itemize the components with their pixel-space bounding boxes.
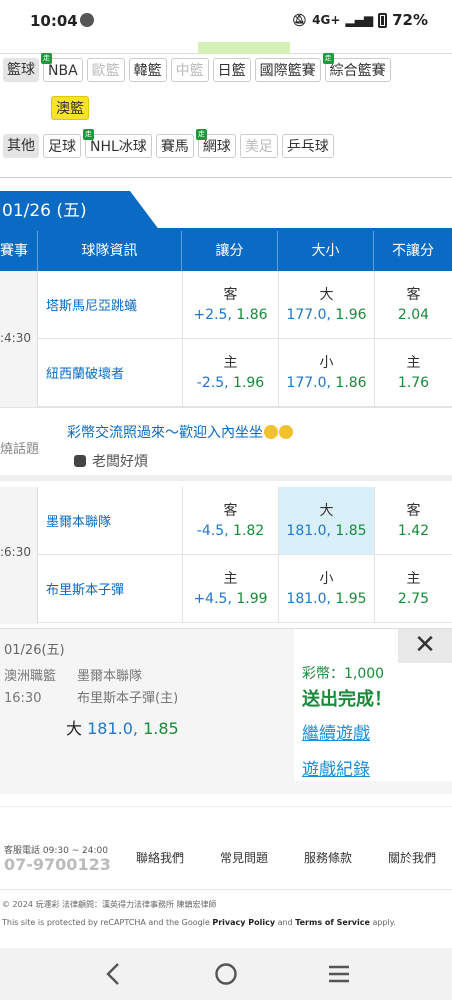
smile-emoji-icon [279,425,293,439]
footer-link-terms[interactable]: 服務條款 [304,849,352,866]
chip-japan-basketball[interactable]: 日籃 [212,58,251,82]
continue-game-link[interactable]: 繼續遊戲 [302,719,370,744]
chip-american-football[interactable]: 美足 [239,134,278,158]
category-label-other: 其他 [3,134,39,158]
moneyline-odds-cell[interactable]: 客 1.42 [374,487,452,555]
live-badge-icon: 走 [322,53,334,64]
smile-emoji-icon [264,425,278,439]
bet-summary: 01/26(五) 澳洲職籃 16:30 墨爾本聯隊 布里斯本子彈(主) 大 18… [0,629,294,781]
copyright: © 2024 玩運彩 法律顧問：漢英得力法律事務所 陳鎮宏律師 [2,900,217,909]
team-name[interactable]: 布里斯本子彈 [38,555,182,623]
bet-pick: 大 181.0, 1.85 [66,719,179,738]
spread-odds-cell[interactable]: 主 +4.5, 1.99 [182,555,278,623]
header-spread: 讓分 [182,231,278,271]
bet-date: 01/26(五) [4,643,65,658]
header-team: 球隊資訊 [38,231,182,271]
mute-icon: 🔕︎ [291,13,308,27]
spread-odds-cell[interactable]: 客 +2.5, 1.86 [182,271,278,339]
chip-china-basketball[interactable]: 中籃 [170,58,209,82]
chip-tennis[interactable]: 走網球 [195,129,236,158]
chat-notification-icon [80,13,94,27]
team-name[interactable]: 墨爾本聯隊 [38,487,182,555]
bet-league: 澳洲職籃 [4,669,57,684]
total-odds-cell-selected[interactable]: 大 181.0, 1.85 [278,487,374,555]
bet-result-panel: ✕ 彩幣：1,000 送出完成！ 繼續遊戲 遊戲紀錄 [294,629,452,781]
game-time: :4:30 [0,331,31,345]
chip-mixed-basketball[interactable]: 走綜合籃賽 [322,53,391,82]
system-navigation-bar [0,948,452,1000]
header-event: 賽事 [0,231,38,271]
top-banner-strip [0,42,452,54]
spread-odds-cell[interactable]: 客 -4.5, 1.82 [182,487,278,555]
header-total: 大小 [278,231,374,271]
status-bar: 10:04 🔕︎ 4G+ ▂▄▆ 72% [0,0,452,42]
recent-apps-icon[interactable] [328,964,350,984]
moneyline-odds-cell[interactable]: 主 2.75 [374,555,452,623]
bet-time: 16:30 [4,691,42,706]
other-row: 其他 足球 走 NHL冰球 賽馬 走網球 美足 乒乓球 [3,129,334,158]
page-footer: 客服電話 09:30 ~ 24:00 07-9700123 聯絡我們 常見問題 … [0,806,452,948]
sport-category-panel: 籃球 走 NBA 歐籃 韓籃 中籃 日籃 國際籃賽 走綜合籃賽 澳籃 其他 足球 … [0,53,452,178]
total-odds-cell[interactable]: 小 181.0, 1.95 [278,555,374,623]
chip-korea-basketball[interactable]: 韓籃 [128,58,167,82]
clock: 10:04 [30,12,78,30]
footer-link-about[interactable]: 關於我們 [388,849,436,866]
bet-team-away: 墨爾本聯隊 [77,669,143,684]
game-time: :6:30 [0,545,31,559]
chip-euro-basketball[interactable]: 歐籃 [86,58,125,82]
chip-australia-basketball[interactable]: 澳籃 [51,96,89,120]
footer-link-contact[interactable]: 聯絡我們 [136,849,184,866]
game-row: :6:30 墨爾本聯隊 布里斯本子彈 客 -4.5, 1.82 大 181.0,… [0,487,452,624]
signal-icon: ▂▄▆ [345,13,374,27]
chip-intl-basketball[interactable]: 國際籃賽 [254,58,321,82]
status-icons: 🔕︎ 4G+ ▂▄▆ 72% [292,11,428,29]
team-name[interactable]: 塔斯馬尼亞跳蟻 [38,271,182,339]
total-odds-cell[interactable]: 大 177.0, 1.96 [278,271,374,339]
battery-percent: 72% [392,11,428,29]
coin-balance: 彩幣：1,000 [302,666,385,682]
submit-result: 送出完成！ [302,689,392,710]
bet-team-home: 布里斯本子彈(主) [77,691,179,706]
date-tab[interactable]: 01/26 (五) [0,191,160,231]
chip-nba[interactable]: 走 NBA [41,53,83,82]
odds-table-header: 賽事 球隊資訊 讓分 大小 不讓分 [0,231,452,271]
terms-of-service-link[interactable]: Terms of Service [295,918,370,927]
hot-topic-banner[interactable]: 燒話題 彩幣交流照過來～歡迎入內坐坐 老闆好煩 [0,407,452,481]
moneyline-odds-cell[interactable]: 主 1.76 [374,339,452,407]
back-icon[interactable] [104,962,122,986]
date-bar: 01/26 (五) [0,191,452,231]
moneyline-odds-cell[interactable]: 客 2.04 [374,271,452,339]
hot-topic-message[interactable]: 彩幣交流照過來～歡迎入內坐坐 [67,422,293,442]
battery-icon [378,12,388,28]
live-badge-icon: 走 [195,129,207,140]
network-label: 4G+ [312,13,341,27]
home-icon[interactable] [214,962,238,986]
header-moneyline: 不讓分 [392,243,434,259]
basketball-row-2: 澳籃 [51,96,89,120]
game-history-link[interactable]: 遊戲紀錄 [302,755,370,780]
hot-topic-user: 老闆好煩 [74,451,148,471]
chip-nhl[interactable]: 走 NHL冰球 [83,129,152,158]
hot-topic-label: 燒話題 [0,442,40,457]
user-avatar-icon [74,455,86,467]
category-label-basketball: 籃球 [3,58,39,82]
live-badge-icon: 走 [83,129,94,140]
chip-table-tennis[interactable]: 乒乓球 [281,134,334,158]
privacy-policy-link[interactable]: Privacy Policy [212,918,275,927]
team-name[interactable]: 紐西蘭破壞者 [38,339,182,407]
spread-odds-cell[interactable]: 主 -2.5, 1.96 [182,339,278,407]
support-phone[interactable]: 07-9700123 [4,855,111,874]
recaptcha-notice: This site is protected by reCAPTCHA and … [2,918,396,927]
footer-divider [0,889,452,890]
live-badge-icon: 走 [41,53,52,64]
close-icon[interactable]: ✕ [398,629,452,663]
basketball-row: 籃球 走 NBA 歐籃 韓籃 中籃 日籃 國際籃賽 走綜合籃賽 [3,53,391,82]
game-row: :4:30 塔斯馬尼亞跳蟻 紐西蘭破壞者 客 +2.5, 1.86 大 177.… [0,271,452,408]
banner-highlight [198,42,290,54]
total-odds-cell[interactable]: 小 177.0, 1.86 [278,339,374,407]
chip-horse-racing[interactable]: 賽馬 [155,134,194,158]
chip-soccer[interactable]: 足球 [43,134,81,158]
bet-confirmation-popup: 01/26(五) 澳洲職籃 16:30 墨爾本聯隊 布里斯本子彈(主) 大 18… [0,628,452,794]
footer-link-faq[interactable]: 常見問題 [220,849,268,866]
